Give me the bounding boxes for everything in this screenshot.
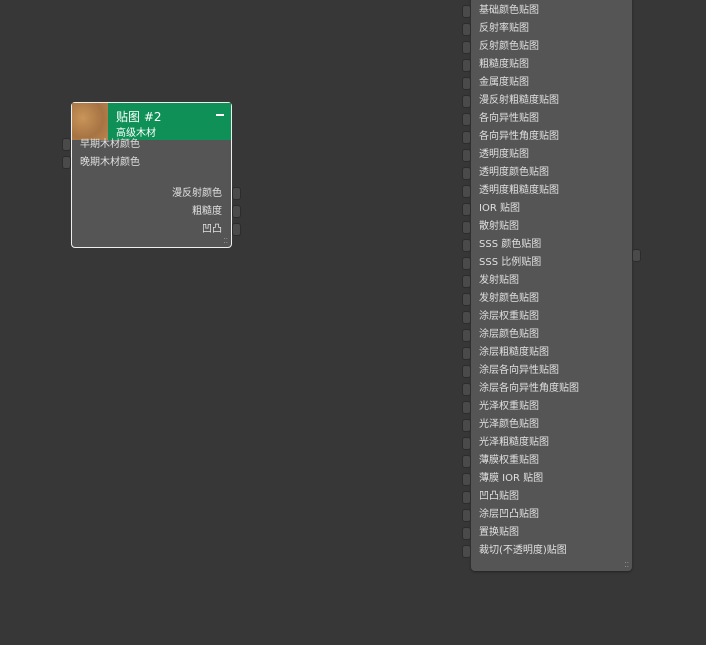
material-input-label: 金属度贴图: [479, 77, 529, 88]
output-slot-label: 漫反射颜色: [172, 188, 222, 199]
material-input-label: 涂层权重贴图: [479, 311, 539, 322]
material-input-label: 薄膜 IOR 贴图: [479, 473, 544, 484]
material-input-socket[interactable]: [462, 5, 471, 18]
material-input-label: SSS 颜色贴图: [479, 239, 542, 250]
input-socket[interactable]: [62, 138, 71, 151]
material-input-label: 涂层凹凸贴图: [479, 509, 539, 520]
resize-grip-icon[interactable]: ⁚⁚: [625, 562, 629, 569]
material-input-socket[interactable]: [462, 437, 471, 450]
material-input-label: 裁切(不透明度)贴图: [479, 545, 567, 556]
material-input-socket[interactable]: [462, 239, 471, 252]
output-socket[interactable]: [232, 205, 241, 218]
material-input-label: SSS 比例贴图: [479, 257, 542, 268]
input-slot-label: 晚期木材颜色: [80, 157, 140, 168]
material-input-socket[interactable]: [462, 473, 471, 486]
material-input-socket[interactable]: [462, 365, 471, 378]
material-input-label: 反射颜色贴图: [479, 41, 539, 52]
material-input-socket[interactable]: [462, 257, 471, 270]
input-socket[interactable]: [62, 156, 71, 169]
material-input-socket[interactable]: [462, 311, 471, 324]
output-socket[interactable]: [232, 187, 241, 200]
material-input-label: 各向异性角度贴图: [479, 131, 559, 142]
material-input-socket[interactable]: [462, 131, 471, 144]
material-input-socket[interactable]: [462, 185, 471, 198]
material-input-socket[interactable]: [462, 491, 471, 504]
material-input-label: 光泽权重贴图: [479, 401, 539, 412]
material-input-label: IOR 贴图: [479, 203, 520, 214]
material-input-socket[interactable]: [462, 23, 471, 36]
material-input-socket[interactable]: [462, 383, 471, 396]
material-input-socket[interactable]: [462, 401, 471, 414]
material-input-label: 置换贴图: [479, 527, 519, 538]
wood-thumbnail: [72, 103, 108, 140]
material-input-socket[interactable]: [462, 527, 471, 540]
material-input-socket[interactable]: [462, 59, 471, 72]
node-title: 贴图 #2: [116, 110, 162, 124]
material-input-socket[interactable]: [462, 77, 471, 90]
map-node-advanced-wood[interactable]: 贴图 #2 高级木材 早期木材颜色 晚期木材颜色漫反射颜色粗糙度凹凸 ⁚⁚: [71, 102, 232, 248]
material-input-label: 发射颜色贴图: [479, 293, 539, 304]
output-slot-label: 粗糙度: [192, 206, 222, 217]
material-input-label: 薄膜权重贴图: [479, 455, 539, 466]
material-input-socket[interactable]: [462, 455, 471, 468]
material-input-socket[interactable]: [462, 509, 471, 522]
material-input-label: 涂层粗糙度贴图: [479, 347, 549, 358]
material-input-socket[interactable]: [462, 167, 471, 180]
material-input-socket[interactable]: [462, 149, 471, 162]
material-input-label: 散射贴图: [479, 221, 519, 232]
resize-grip-icon[interactable]: ⁚⁚: [224, 238, 228, 245]
material-input-socket[interactable]: [462, 275, 471, 288]
material-input-label: 透明度颜色贴图: [479, 167, 549, 178]
material-input-label: 发射贴图: [479, 275, 519, 286]
input-slot-label: 早期木材颜色: [80, 139, 140, 150]
material-input-label: 反射率贴图: [479, 23, 529, 34]
material-node[interactable]: 基础颜色贴图 反射率贴图反射颜色贴图 粗糙度贴图金属度贴图漫反射粗糙度贴图 各向异性贴…: [471, 0, 632, 571]
material-input-socket[interactable]: [462, 419, 471, 432]
material-input-socket[interactable]: [462, 545, 471, 558]
material-input-label: 透明度粗糙度贴图: [479, 185, 559, 196]
material-input-socket[interactable]: [462, 329, 471, 342]
material-input-socket[interactable]: [462, 221, 471, 234]
material-input-label: 漫反射粗糙度贴图: [479, 95, 559, 106]
material-input-label: 光泽粗糙度贴图: [479, 437, 549, 448]
material-input-label: 涂层颜色贴图: [479, 329, 539, 340]
material-input-label: 透明度贴图: [479, 149, 529, 160]
material-input-socket[interactable]: [462, 293, 471, 306]
material-output-socket[interactable]: [632, 249, 641, 262]
material-input-label: 凹凸贴图: [479, 491, 519, 502]
material-input-label: 粗糙度贴图: [479, 59, 529, 70]
node-header[interactable]: 贴图 #2 高级木材: [72, 103, 231, 140]
material-input-label: 涂层各向异性贴图: [479, 365, 559, 376]
material-input-label: 基础颜色贴图: [479, 5, 539, 16]
material-input-socket[interactable]: [462, 347, 471, 360]
material-input-label: 光泽颜色贴图: [479, 419, 539, 430]
minimize-icon[interactable]: [216, 114, 224, 116]
material-input-socket[interactable]: [462, 41, 471, 54]
output-slot-label: 凹凸: [202, 224, 222, 235]
material-input-label: 涂层各向异性角度贴图: [479, 383, 579, 394]
material-input-socket[interactable]: [462, 95, 471, 108]
material-input-socket[interactable]: [462, 203, 471, 216]
material-input-label: 各向异性贴图: [479, 113, 539, 124]
output-socket[interactable]: [232, 223, 241, 236]
material-input-socket[interactable]: [462, 113, 471, 126]
